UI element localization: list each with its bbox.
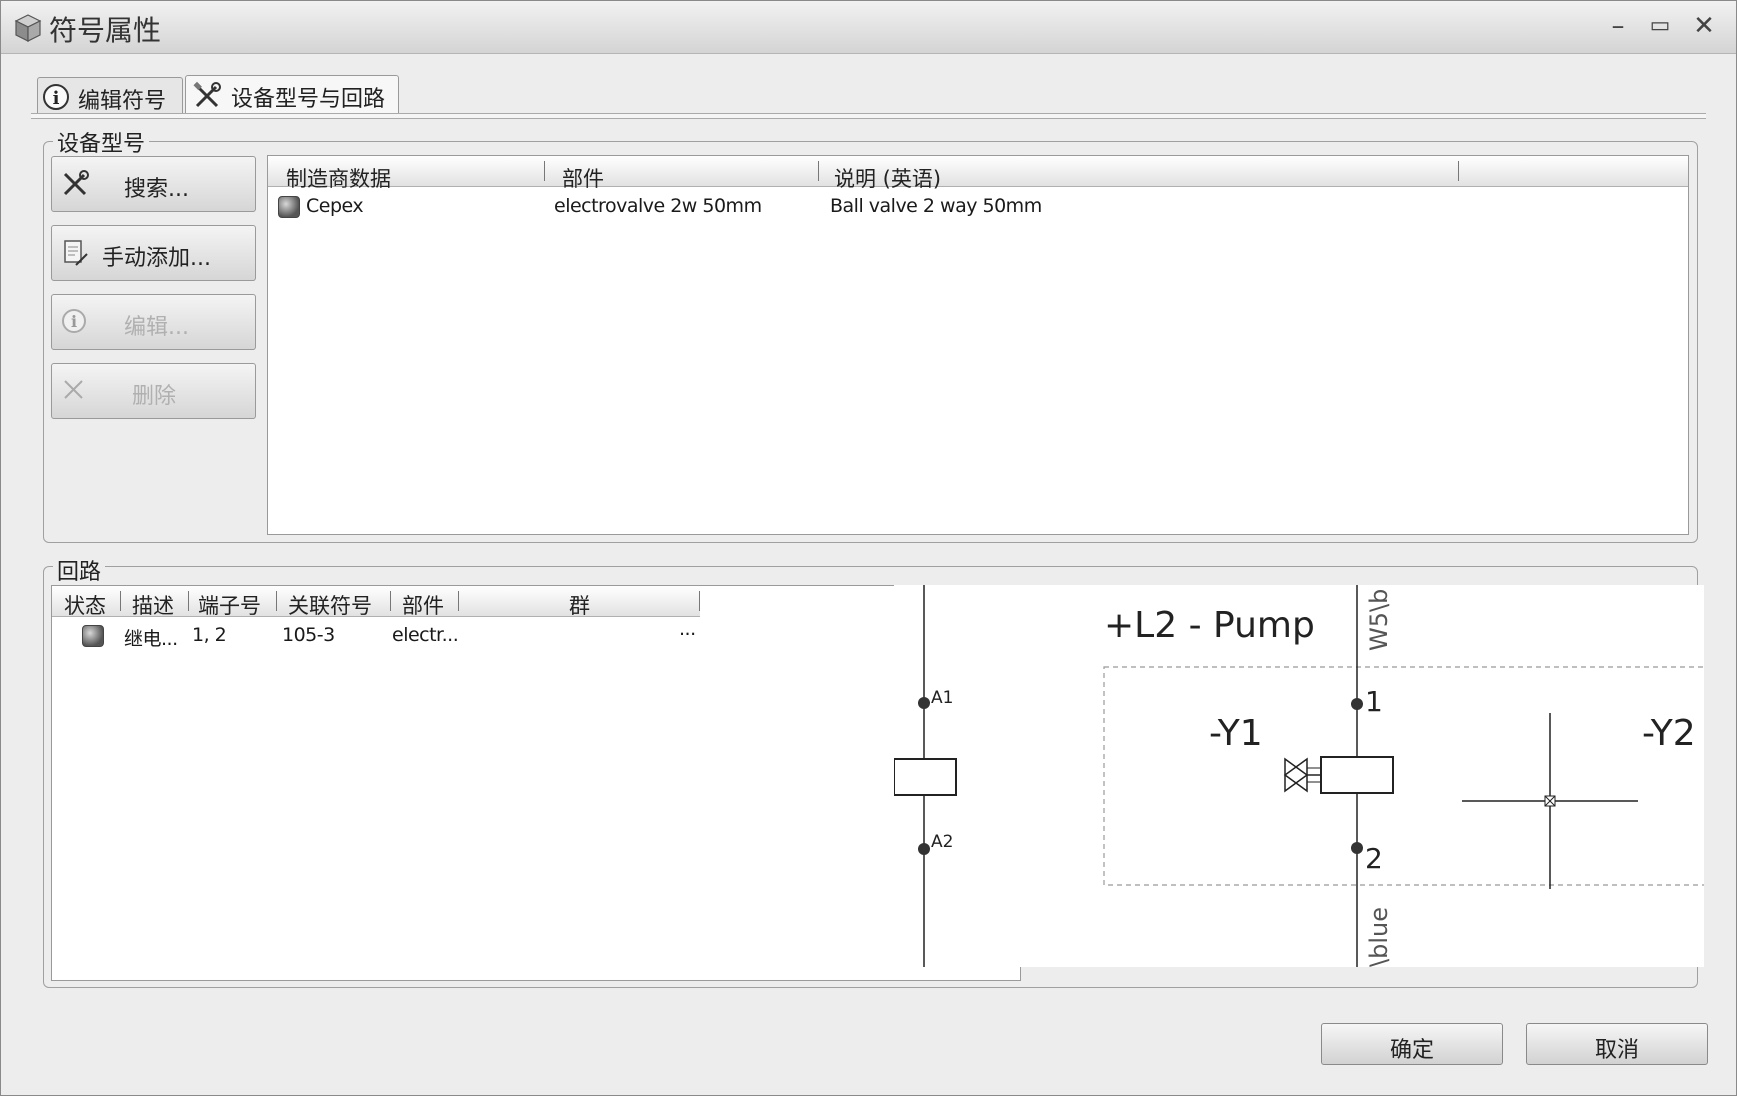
title-bar: 符号属性 – ▭ ✕ (1, 1, 1736, 54)
row-part: electr... (392, 624, 459, 646)
tab-edit-symbol[interactable]: i 编辑符号 (37, 77, 183, 115)
circuit-list[interactable]: 状态 描述 端子号 关联符号 部件 群 继电... 1, 2 105-3 ele… (51, 585, 1021, 981)
device-list-header (268, 156, 1688, 187)
schematic-drawing: A1 A2 +L2 - Pump 1 2 W5\b \blue -Y1 -Y2 (894, 585, 1704, 967)
left-pin-top-label: A1 (931, 688, 953, 708)
row-related-symbol: 105-3 (282, 624, 335, 646)
left-pin-bottom-label: A2 (931, 832, 953, 852)
schematic-preview[interactable]: A1 A2 +L2 - Pump 1 2 W5\b \blue -Y1 -Y2 (894, 585, 1704, 967)
ok-button-label: 确定 (1389, 1038, 1434, 1063)
wire-label-top: W5\b (1365, 589, 1393, 651)
svg-text:i: i (53, 88, 60, 109)
location-label: +L2 - Pump (1104, 605, 1315, 646)
tools-icon (193, 81, 221, 108)
row-description: 继电... (124, 628, 178, 650)
pin-top-label: 1 (1365, 685, 1383, 718)
column-separator[interactable] (188, 591, 189, 611)
device-model-list[interactable]: 制造商数据 部件 说明 (英语) Cepex electrovalve 2w 5… (267, 155, 1689, 535)
tab-label: 编辑符号 (78, 89, 167, 114)
status-icon (82, 625, 104, 647)
search-button-label: 搜索... (124, 177, 189, 202)
cancel-button-label: 取消 (1594, 1038, 1639, 1063)
device-y1-label: -Y1 (1209, 713, 1263, 754)
window-title: 符号属性 (49, 14, 162, 47)
maximize-button[interactable]: ▭ (1643, 11, 1677, 41)
minimize-button[interactable]: – (1601, 11, 1635, 41)
column-header-description[interactable]: 说明 (英语) (834, 163, 941, 193)
table-row[interactable]: Cepex electrovalve 2w 50mm Ball valve 2 … (268, 192, 1688, 222)
column-header-status[interactable]: 状态 (64, 590, 106, 620)
tab-device-model-circuit[interactable]: 设备型号与回路 (185, 75, 399, 115)
column-header-manufacturer[interactable]: 制造商数据 (286, 163, 391, 193)
column-header-group[interactable]: 群 (569, 590, 590, 620)
column-header-terminals[interactable]: 端子号 (198, 590, 261, 620)
svg-text:i: i (71, 312, 77, 331)
column-separator[interactable] (699, 591, 700, 611)
pin-bottom-label: 2 (1365, 842, 1383, 875)
row-manufacturer: Cepex (306, 195, 364, 217)
row-description: Ball valve 2 way 50mm (830, 195, 1042, 217)
ok-button[interactable]: 确定 (1321, 1023, 1503, 1065)
column-separator[interactable] (544, 161, 545, 181)
table-row[interactable]: 继电... 1, 2 105-3 electr... ... (52, 618, 700, 650)
close-button[interactable]: ✕ (1687, 11, 1721, 41)
column-header-part[interactable]: 部件 (562, 163, 604, 193)
status-icon (278, 196, 300, 218)
delete-x-icon (64, 380, 83, 399)
manual-add-button-label: 手动添加... (102, 246, 211, 271)
device-y2-label: -Y2 (1642, 713, 1696, 754)
wire-label-bottom: \blue (1365, 907, 1393, 967)
edit-button[interactable]: i 编辑... (51, 294, 256, 350)
device-model-group-title: 设备型号 (53, 126, 150, 158)
row-terminals: 1, 2 (192, 624, 227, 646)
manual-add-button[interactable]: 手动添加... (51, 225, 256, 281)
delete-button[interactable]: 删除 (51, 363, 256, 419)
add-document-icon (64, 240, 88, 266)
edit-button-label: 编辑... (124, 315, 189, 340)
column-separator[interactable] (390, 591, 391, 611)
column-separator[interactable] (458, 591, 459, 611)
column-separator[interactable] (818, 161, 819, 181)
cancel-button[interactable]: 取消 (1526, 1023, 1708, 1065)
info-icon: i (43, 84, 69, 110)
tab-label: 设备型号与回路 (231, 87, 386, 112)
cube-icon (14, 14, 42, 42)
info-icon: i (62, 309, 86, 333)
circuit-group-title: 回路 (53, 554, 106, 586)
row-group: ... (679, 618, 696, 640)
column-header-part[interactable]: 部件 (402, 590, 444, 620)
symbol-properties-window: 符号属性 – ▭ ✕ i 编辑符号 设备型号与回路 设备型号 搜索... 手动添… (0, 0, 1737, 1096)
column-separator[interactable] (120, 591, 121, 611)
column-separator[interactable] (276, 591, 277, 611)
delete-button-label: 删除 (132, 384, 177, 409)
column-header-description[interactable]: 描述 (132, 590, 174, 620)
column-separator[interactable] (1458, 161, 1459, 181)
search-button[interactable]: 搜索... (51, 156, 256, 212)
tools-icon (63, 170, 89, 196)
tab-panel-border (31, 113, 1706, 119)
row-part: electrovalve 2w 50mm (554, 195, 762, 217)
column-header-related-symbol[interactable]: 关联符号 (288, 590, 372, 620)
